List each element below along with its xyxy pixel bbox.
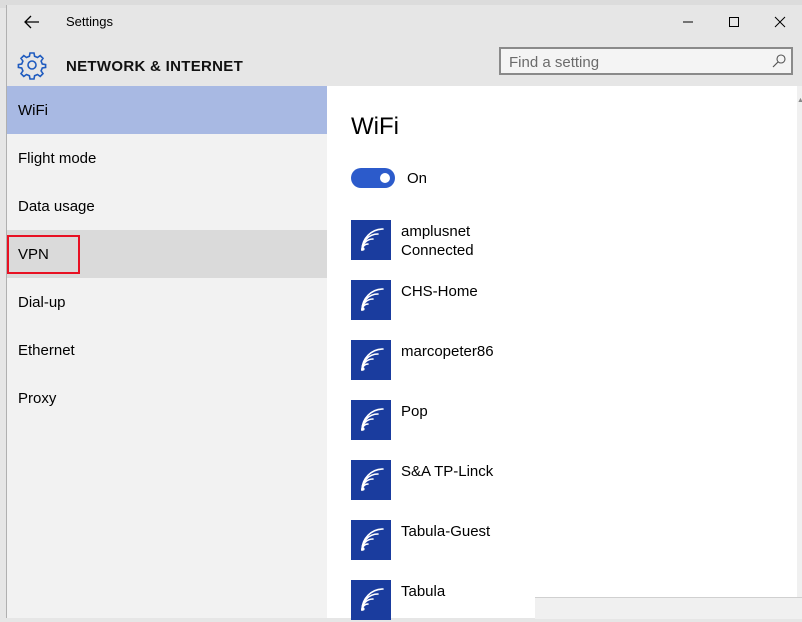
back-arrow-icon [24,15,39,29]
wifi-signal-icon [361,288,384,311]
wifi-tile [351,220,391,260]
wifi-signal-icon [361,408,384,431]
sidebar-item-flight-mode[interactable]: Flight mode [7,134,327,182]
network-name: marcopeter86 [401,343,494,360]
wifi-signal-icon [361,348,384,371]
wifi-signal-icon [361,228,384,251]
wifi-signal-icon [361,468,384,491]
search-box[interactable] [499,47,793,75]
sidebar-item-label: VPN [18,245,49,263]
sidebar-item-label: Flight mode [18,149,97,167]
page-title: WiFi [351,113,399,140]
network-name: CHS-Home [401,283,478,300]
wifi-tile [351,520,391,560]
page-header: NETWORK & INTERNET [7,39,802,91]
back-button[interactable] [17,9,47,35]
toggle-label: On [407,170,428,187]
sidebar: WiFi Flight mode Data usage VPN Dial-up … [7,86,327,618]
search-icon[interactable] [771,53,787,69]
close-icon [774,16,786,28]
sidebar-item-vpn[interactable]: VPN [7,230,327,278]
corner-popup [535,597,802,619]
settings-window: Settings NETWORK & INTERNET Find a setti… [6,5,802,620]
sidebar-item-label: Dial-up [18,293,66,311]
sidebar-item-label: Proxy [18,389,57,407]
wifi-signal-icon [361,528,384,551]
gear-icon [17,52,47,80]
network-item[interactable]: S&A TP-Linck [351,460,771,502]
minimize-button[interactable] [665,5,711,39]
minimize-icon [683,21,693,23]
network-item[interactable]: amplusnet Connected [351,220,771,262]
sidebar-item-ethernet[interactable]: Ethernet [7,326,327,374]
scroll-up-icon[interactable]: ▲ [797,96,802,106]
maximize-button[interactable] [711,5,757,39]
wifi-signal-icon [361,588,384,611]
sidebar-item-label: Ethernet [18,341,75,359]
window-title: Settings [66,14,113,29]
network-name: Tabula [401,583,446,600]
network-item[interactable]: Tabula-Guest [351,520,771,562]
sidebar-item-label: Data usage [18,197,95,215]
sidebar-item-proxy[interactable]: Proxy [7,374,327,422]
sidebar-item-wifi[interactable]: WiFi [7,86,327,134]
search-input[interactable] [509,52,759,72]
network-name: S&A TP-Linck [401,463,494,480]
close-button[interactable] [757,5,802,39]
network-name: Tabula-Guest [401,523,491,540]
content-pane: WiFi On amplusnet Connected CHS-Home mar… [327,86,797,620]
network-name: Pop [401,403,428,420]
section-title: NETWORK & INTERNET [66,58,244,75]
network-item[interactable]: CHS-Home [351,280,771,322]
title-bar: Settings [7,5,802,39]
sidebar-item-label: WiFi [18,101,48,119]
wifi-tile [351,460,391,500]
wifi-toggle[interactable] [351,168,395,188]
maximize-icon [729,17,739,27]
wifi-tile [351,340,391,380]
wifi-tile [351,580,391,620]
sidebar-item-dial-up[interactable]: Dial-up [7,278,327,326]
scrollbar[interactable]: ▲ [797,86,802,618]
network-item[interactable]: marcopeter86 [351,340,771,382]
sidebar-item-data-usage[interactable]: Data usage [7,182,327,230]
wifi-tile [351,400,391,440]
network-status: Connected [401,242,474,259]
toggle-knob [380,173,390,183]
wifi-tile [351,280,391,320]
network-name: amplusnet [401,223,471,240]
network-item[interactable]: Pop [351,400,771,442]
